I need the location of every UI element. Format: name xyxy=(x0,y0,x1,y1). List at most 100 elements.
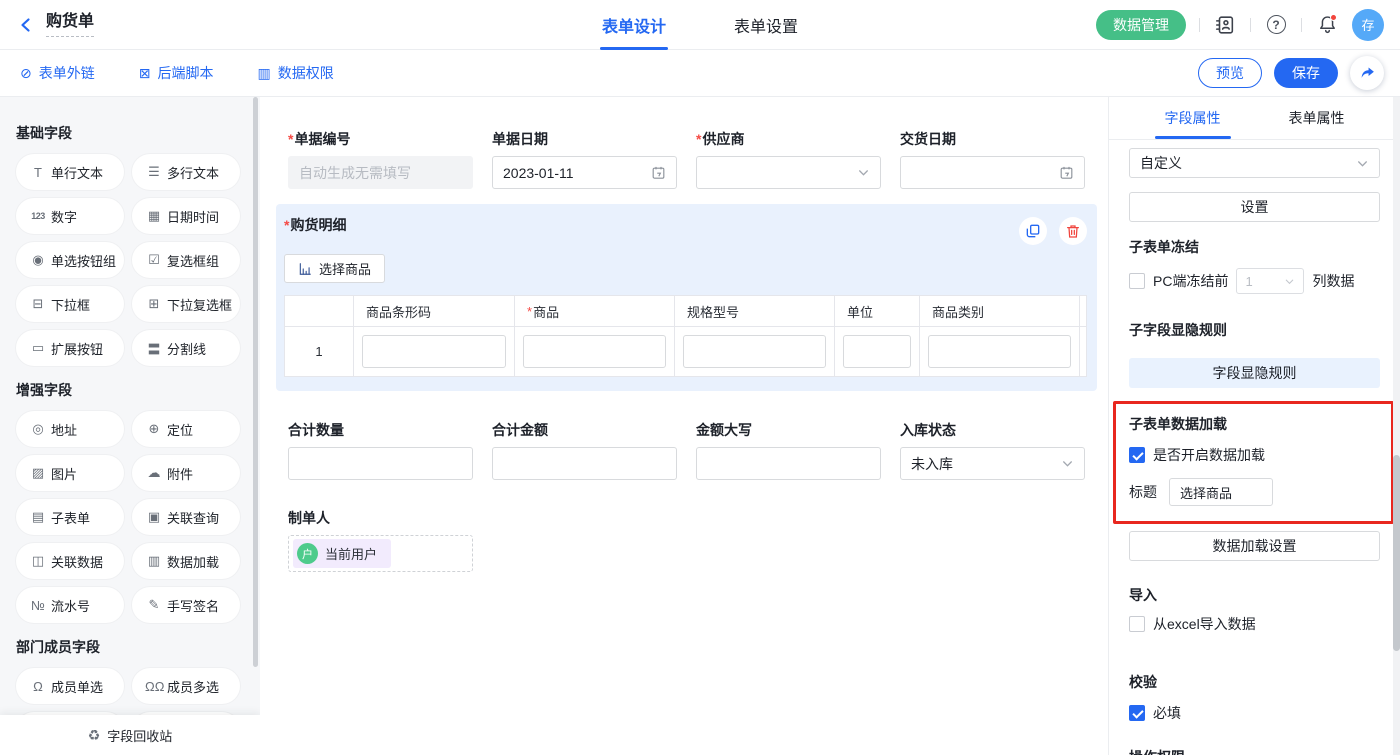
doc-date-input[interactable]: 2023-01-11 xyxy=(492,156,677,189)
subform-icon: ▤ xyxy=(29,509,47,525)
checkbox-pc-freeze[interactable]: PC端冻结前 1 列数据 xyxy=(1129,268,1380,294)
amount-words-input[interactable] xyxy=(696,447,881,480)
checkbox[interactable] xyxy=(1129,447,1145,463)
field-pill-attachment[interactable]: ☁附件 xyxy=(132,455,240,491)
settings-button[interactable]: 设置 xyxy=(1129,192,1380,222)
help-icon[interactable]: ? xyxy=(1264,13,1288,37)
sidebar-scrollbar[interactable] xyxy=(253,97,258,667)
field-pill-image[interactable]: ▨图片 xyxy=(16,455,124,491)
field-doc-date[interactable]: 单据日期 2023-01-11 xyxy=(492,131,677,189)
divider xyxy=(1301,18,1302,32)
field-pill-subform[interactable]: ▤子表单 xyxy=(16,499,124,535)
freeze-count-select[interactable]: 1 xyxy=(1236,268,1304,294)
col-clipped xyxy=(1080,296,1086,326)
contact-book-icon[interactable] xyxy=(1213,13,1237,37)
chevron-down-icon xyxy=(1061,457,1074,470)
checkbox-excel-import[interactable]: 从excel导入数据 xyxy=(1129,614,1380,634)
checkbox-required[interactable]: 必填 xyxy=(1129,703,1380,723)
data-permission-link[interactable]: ▥ 数据权限 xyxy=(257,63,333,83)
form-external-link[interactable]: ⊘ 表单外链 xyxy=(20,63,95,83)
window-scrollbar-thumb[interactable] xyxy=(1393,455,1400,651)
section-subfield-rules: 子字段显隐规则 xyxy=(1129,320,1380,340)
avatar[interactable]: 存 xyxy=(1352,9,1384,41)
total-quantity-input[interactable] xyxy=(288,447,473,480)
col-index xyxy=(285,296,354,326)
barcode-input[interactable] xyxy=(362,335,506,368)
field-pill-related-data[interactable]: ◫关联数据 xyxy=(16,543,124,579)
page-title[interactable]: 购货单 xyxy=(46,13,94,37)
field-pill-member-multi[interactable]: ΩΩ成员多选 xyxy=(132,668,240,704)
copy-subform-button[interactable] xyxy=(1019,217,1047,245)
back-icon[interactable] xyxy=(16,15,36,35)
tab-form-settings[interactable]: 表单设置 xyxy=(732,0,800,50)
bar-chart-icon xyxy=(298,262,312,276)
field-pill-address[interactable]: ◎地址 xyxy=(16,411,124,447)
field-pill-datetime[interactable]: ▦日期时间 xyxy=(132,198,240,234)
field-creator[interactable]: 制单人 户 当前用户 xyxy=(288,510,473,572)
field-doc-number[interactable]: *单据编号 自动生成无需填写 xyxy=(288,131,473,189)
button-data-load-settings[interactable]: 数据加载设置 xyxy=(1129,531,1380,561)
col-category: 商品类别 xyxy=(920,296,1080,326)
delivery-date-input[interactable] xyxy=(900,156,1085,189)
subform-purchase-detail[interactable]: *购货明细 选择商品 xyxy=(276,204,1097,391)
button-field-visibility-rules[interactable]: 字段显隐规则 xyxy=(1129,358,1380,388)
field-pill-multi-line-text[interactable]: ☰多行文本 xyxy=(132,154,240,190)
tab-form-design[interactable]: 表单设计 xyxy=(600,0,668,50)
table-row: 1 xyxy=(285,327,1086,376)
field-library-sidebar: 基础字段 T单行文本 ☰多行文本 123数字 ▦日期时间 ◉单选按钮组 ☑复选框… xyxy=(0,97,260,755)
field-supplier[interactable]: *供应商 xyxy=(696,131,881,189)
field-pill-data-load[interactable]: ▥数据加载 xyxy=(132,543,240,579)
field-delivery-date[interactable]: 交货日期 xyxy=(900,131,1085,189)
preview-button[interactable]: 预览 xyxy=(1198,58,1262,88)
field-recycle-bin[interactable]: ♻ 字段回收站 xyxy=(0,715,260,755)
product-input[interactable] xyxy=(523,335,666,368)
field-amount-words[interactable]: 金额大写 xyxy=(696,422,881,480)
radio-icon: ◉ xyxy=(29,252,47,268)
field-pill-serial-number[interactable]: №流水号 xyxy=(16,587,124,623)
delete-subform-button[interactable] xyxy=(1059,217,1087,245)
location-target-icon: ⊕ xyxy=(145,421,163,437)
field-total-amount[interactable]: 合计金额 xyxy=(492,422,677,480)
share-button[interactable] xyxy=(1350,56,1384,90)
permission-icon: ▥ xyxy=(257,66,270,80)
save-button[interactable]: 保存 xyxy=(1274,58,1338,88)
field-pill-related-query[interactable]: ▣关联查询 xyxy=(132,499,240,535)
field-pill-signature[interactable]: ✎手写签名 xyxy=(132,587,240,623)
divider xyxy=(1199,18,1200,32)
total-amount-input[interactable] xyxy=(492,447,677,480)
field-pill-radio-group[interactable]: ◉单选按钮组 xyxy=(16,242,124,278)
backend-script-link[interactable]: ⊠ 后端脚本 xyxy=(139,63,214,83)
checkbox[interactable] xyxy=(1129,273,1145,289)
checkbox[interactable] xyxy=(1129,705,1145,721)
field-total-quantity[interactable]: 合计数量 xyxy=(288,422,473,480)
select-product-button[interactable]: 选择商品 xyxy=(284,254,385,283)
spec-input[interactable] xyxy=(683,335,826,368)
field-pill-extend-button[interactable]: ▭扩展按钮 xyxy=(16,330,124,366)
field-storage-status[interactable]: 入库状态 未入库 xyxy=(900,422,1085,480)
notification-bell-icon[interactable] xyxy=(1315,13,1339,37)
load-title-input[interactable] xyxy=(1169,478,1273,506)
window-scrollbar-track[interactable] xyxy=(1393,97,1400,755)
field-pill-member-single[interactable]: Ω成员单选 xyxy=(16,668,124,704)
checkbox[interactable] xyxy=(1129,616,1145,632)
field-pill-number[interactable]: 123数字 xyxy=(16,198,124,234)
category-input[interactable] xyxy=(928,335,1071,368)
field-pill-location[interactable]: ⊕定位 xyxy=(132,411,240,447)
tab-field-properties[interactable]: 字段属性 xyxy=(1165,97,1221,139)
data-manage-button[interactable]: 数据管理 xyxy=(1096,10,1186,40)
storage-status-select[interactable]: 未入库 xyxy=(900,447,1085,480)
tab-form-properties[interactable]: 表单属性 xyxy=(1289,97,1345,139)
supplier-select[interactable] xyxy=(696,156,881,189)
creator-box[interactable]: 户 当前用户 xyxy=(288,535,473,572)
custom-type-select[interactable]: 自定义 xyxy=(1129,148,1380,178)
field-pill-select[interactable]: ⊟下拉框 xyxy=(16,286,124,322)
checkbox-enable-data-load[interactable]: 是否开启数据加载 xyxy=(1129,445,1380,465)
form-canvas: *单据编号 自动生成无需填写 单据日期 2023-01-11 *供应商 xyxy=(260,97,1108,755)
field-pill-multi-select[interactable]: ⊞下拉复选框 xyxy=(132,286,240,322)
field-pill-divider[interactable]: 〓分割线 xyxy=(132,330,240,366)
section-subform-data-load: 子表单数据加载 xyxy=(1129,414,1380,434)
field-pill-checkbox-group[interactable]: ☑复选框组 xyxy=(132,242,240,278)
field-pill-single-line-text[interactable]: T单行文本 xyxy=(16,154,124,190)
unit-input[interactable] xyxy=(843,335,911,368)
doc-number-input[interactable]: 自动生成无需填写 xyxy=(288,156,473,189)
